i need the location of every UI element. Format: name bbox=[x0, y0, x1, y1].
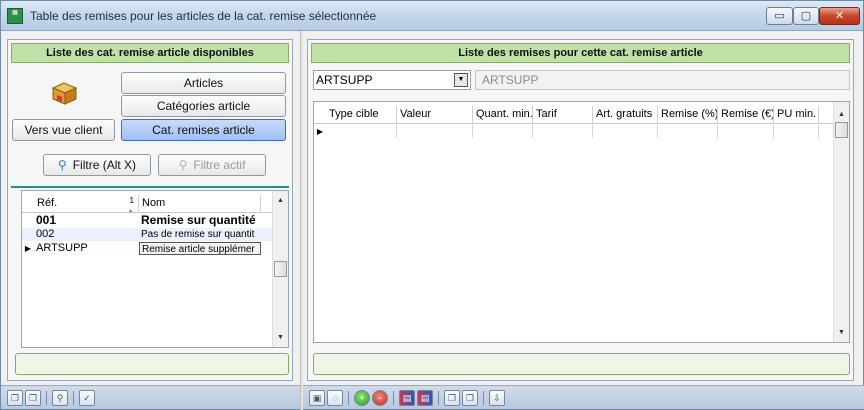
scroll-up-icon[interactable]: ▲ bbox=[834, 108, 849, 122]
left-grid-scrollbar[interactable]: ▲ ▼ bbox=[272, 191, 288, 347]
filter-button-label: Filtre (Alt X) bbox=[72, 158, 137, 172]
cell-nom[interactable]: Remise article supplémer bbox=[139, 242, 261, 255]
window-title: Table des remises pour les articles de l… bbox=[30, 9, 377, 23]
column-header-tarif[interactable]: Tarif bbox=[533, 106, 593, 123]
scroll-down-icon[interactable]: ▼ bbox=[273, 331, 288, 345]
vers-vue-client-button[interactable]: Vers vue client bbox=[12, 119, 115, 141]
cell-nom: Pas de remise sur quantit bbox=[141, 229, 255, 240]
paste-icon[interactable]: ❐ bbox=[25, 390, 41, 406]
last-record-icon[interactable]: ▤ bbox=[417, 390, 433, 406]
check-edit-icon[interactable]: ✓ bbox=[79, 390, 95, 406]
cell-ref: ARTSUPP bbox=[36, 242, 88, 254]
remises-grid[interactable]: Type cible Valeur Quant. min. Tarif Art.… bbox=[313, 101, 850, 343]
active-filter-icon: ⚲ bbox=[178, 158, 188, 172]
scroll-down-icon[interactable]: ▼ bbox=[834, 326, 849, 340]
filter-button[interactable]: ⚲ Filtre (Alt X) bbox=[43, 154, 151, 176]
app-icon: ▦ bbox=[7, 8, 23, 24]
active-filter-button-label: Filtre actif bbox=[193, 158, 246, 172]
right-panel-header: Liste des remises pour cette cat. remise… bbox=[311, 43, 850, 63]
dropdown-arrow-icon[interactable]: ▼ bbox=[454, 73, 468, 87]
left-panel-header: Liste des cat. remise article disponible… bbox=[11, 43, 289, 63]
left-status-box bbox=[15, 353, 289, 375]
column-header-remise-pct[interactable]: Remise (%) bbox=[658, 106, 718, 123]
minimize-button[interactable]: ▭ bbox=[766, 7, 793, 25]
main-window: ▦ Table des remises pour les articles de… bbox=[0, 0, 864, 410]
categories-article-button[interactable]: Catégories article bbox=[121, 95, 286, 117]
right-toolbar: ▣ ◌ + − ▤ ▤ ❐ ❐ ⇩ bbox=[303, 385, 864, 409]
scroll-thumb[interactable] bbox=[835, 122, 848, 138]
save-icon[interactable]: ▣ bbox=[309, 390, 325, 406]
column-header-ref[interactable]: Réf. 1 ▲ bbox=[34, 195, 139, 212]
right-grid-scrollbar[interactable]: ▲ ▼ bbox=[833, 102, 849, 342]
column-header-valeur[interactable]: Valeur bbox=[397, 106, 473, 123]
right-status-box bbox=[313, 353, 850, 375]
scroll-thumb[interactable] bbox=[274, 261, 287, 277]
category-select[interactable]: ARTSUPP ▼ bbox=[313, 70, 471, 90]
table-row[interactable]: 002 Pas de remise sur quantit bbox=[22, 228, 273, 241]
table-row-selected[interactable]: ▶ ARTSUPP Remise article supplémer bbox=[22, 242, 273, 255]
delete-icon[interactable]: − bbox=[372, 390, 388, 406]
teal-separator bbox=[11, 186, 289, 188]
copy-icon[interactable]: ❐ bbox=[7, 390, 23, 406]
column-header-nom[interactable]: Nom bbox=[139, 195, 261, 212]
paste-record-icon[interactable]: ❐ bbox=[462, 390, 478, 406]
box-icon bbox=[51, 82, 78, 105]
column-header-remise-eur[interactable]: Remise (€) bbox=[718, 106, 774, 123]
articles-button[interactable]: Articles bbox=[121, 72, 286, 94]
maximize-button[interactable]: ▢ bbox=[793, 7, 819, 25]
row-pointer-icon: ▶ bbox=[316, 127, 324, 136]
panel-splitter[interactable] bbox=[300, 31, 303, 410]
active-filter-button[interactable]: ⚲ Filtre actif bbox=[158, 154, 266, 176]
title-bar: ▦ Table des remises pour les articles de… bbox=[1, 1, 863, 31]
row-pointer-icon: ▶ bbox=[24, 244, 32, 253]
categories-grid[interactable]: Réf. 1 ▲ Nom 001 Remise sur quantité 002 P… bbox=[21, 190, 289, 348]
table-row-new[interactable]: ▶ bbox=[314, 125, 834, 138]
cell-ref: 002 bbox=[36, 228, 55, 240]
export-icon[interactable]: ⇩ bbox=[489, 390, 505, 406]
column-header-pu-min[interactable]: PU min. bbox=[774, 106, 819, 123]
column-header-quant-min[interactable]: Quant. min. bbox=[473, 106, 533, 123]
copy-record-icon[interactable]: ❐ bbox=[444, 390, 460, 406]
cell-ref: 001 bbox=[36, 214, 57, 227]
filter-icon: ⚲ bbox=[57, 158, 67, 172]
cell-nom: Remise sur quantité bbox=[141, 214, 256, 227]
remises-grid-header: Type cible Valeur Quant. min. Tarif Art.… bbox=[314, 106, 834, 124]
close-button[interactable]: ✕ bbox=[819, 7, 860, 25]
categories-grid-header: Réf. 1 ▲ Nom bbox=[22, 195, 273, 213]
first-record-icon[interactable]: ▤ bbox=[399, 390, 415, 406]
cat-remises-article-button[interactable]: Cat. remises article bbox=[121, 119, 286, 141]
category-select-value: ARTSUPP bbox=[316, 73, 373, 87]
scroll-up-icon[interactable]: ▲ bbox=[273, 194, 288, 208]
column-header-type-cible[interactable]: Type cible bbox=[326, 106, 397, 123]
sort-ascending-icon: ▲ bbox=[127, 208, 134, 212]
add-icon[interactable]: + bbox=[354, 390, 370, 406]
column-header-art-gratuits[interactable]: Art. gratuits bbox=[593, 106, 658, 123]
category-readonly-field: ARTSUPP bbox=[475, 70, 850, 90]
filter-toolbar-icon[interactable]: ⚲ bbox=[52, 390, 68, 406]
left-toolbar: ❐ ❐ ⚲ ✓ bbox=[1, 385, 300, 409]
cancel-icon[interactable]: ◌ bbox=[327, 390, 343, 406]
table-row[interactable]: 001 Remise sur quantité bbox=[22, 214, 273, 227]
